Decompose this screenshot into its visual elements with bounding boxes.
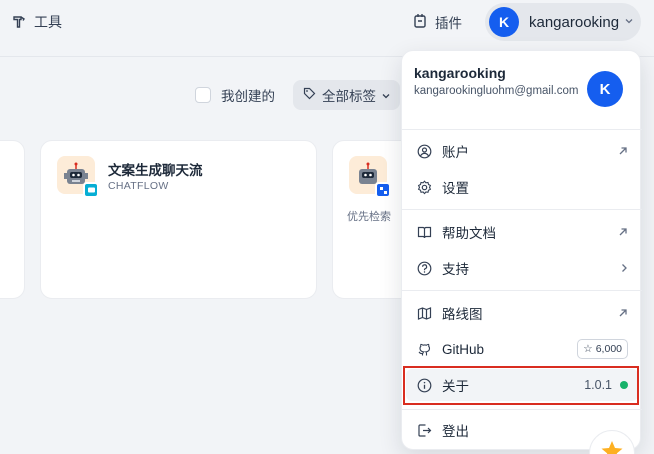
workflow-badge-icon xyxy=(375,182,391,198)
gear-icon xyxy=(416,179,432,195)
menu-divider xyxy=(402,409,642,410)
menu-item-help-docs[interactable]: 帮助文档 xyxy=(406,216,638,248)
app-card[interactable] xyxy=(0,140,25,299)
chevron-right-icon xyxy=(620,263,628,273)
top-bar: 工具 插件 K kangarooking xyxy=(0,0,654,46)
app-page: 工具 插件 K kangarooking 我创建的 全部标签 文案生成聊天流 C… xyxy=(0,0,654,454)
menu-header: kangarooking kangarookingluohm@gmail.com… xyxy=(402,51,642,129)
menu-item-label: 设置 xyxy=(442,181,469,196)
menu-item-label: 支持 xyxy=(442,262,469,277)
robot-icon xyxy=(349,156,391,198)
user-circle-icon xyxy=(416,143,432,159)
menu-divider xyxy=(402,129,642,130)
plugins-label: 插件 xyxy=(435,16,462,31)
chevron-down-icon xyxy=(382,88,390,103)
plugin-icon xyxy=(413,13,427,32)
logout-icon xyxy=(416,422,432,438)
avatar: K xyxy=(489,7,519,37)
github-icon xyxy=(416,341,432,357)
created-by-me-label[interactable]: 我创建的 xyxy=(221,85,275,105)
github-stars-badge: ☆ 6,000 xyxy=(577,339,628,359)
user-name: kangarooking xyxy=(529,13,620,31)
chevron-down-icon xyxy=(625,17,633,27)
app-card[interactable]: 文案生成聊天流 CHATFLOW xyxy=(40,140,317,299)
menu-divider xyxy=(402,209,642,210)
menu-item-label: GitHub xyxy=(442,341,485,357)
card-title: 文案生成聊天流 xyxy=(108,163,203,178)
avatar: K xyxy=(587,71,623,107)
help-circle-icon xyxy=(416,260,432,276)
menu-user-email: kangarookingluohm@gmail.com xyxy=(414,85,579,97)
tag-filter-label: 全部标签 xyxy=(322,89,376,104)
menu-user-name: kangarooking xyxy=(414,65,506,81)
map-icon xyxy=(416,305,432,321)
github-stars-count: 6,000 xyxy=(595,343,622,355)
about-highlight-box xyxy=(403,366,639,405)
menu-item-support[interactable]: 支持 xyxy=(406,252,638,284)
card-type: CHATFLOW xyxy=(108,180,169,192)
tools-nav[interactable]: 工具 xyxy=(12,12,62,32)
menu-divider xyxy=(402,290,642,291)
filter-row: 我创建的 全部标签 xyxy=(195,80,400,110)
tag-filter-button[interactable]: 全部标签 xyxy=(293,80,400,110)
external-link-icon xyxy=(618,227,628,237)
external-link-icon xyxy=(618,146,628,156)
tag-icon xyxy=(303,87,316,103)
github-stars-area: ☆ 6,000 xyxy=(577,339,628,359)
star-icon: ☆ xyxy=(583,343,593,355)
external-link-icon xyxy=(618,308,628,318)
menu-item-roadmap[interactable]: 路线图 xyxy=(406,297,638,329)
hammer-icon xyxy=(12,15,26,29)
menu-item-github[interactable]: GitHub ☆ 6,000 xyxy=(406,333,638,365)
plugins-nav[interactable]: 插件 xyxy=(413,12,462,32)
star-face-icon xyxy=(599,439,625,454)
menu-item-account[interactable]: 账户 xyxy=(406,135,638,167)
chat-badge-icon xyxy=(83,182,99,198)
menu-item-settings[interactable]: 设置 xyxy=(406,171,638,203)
menu-item-label: 登出 xyxy=(442,424,469,439)
menu-item-label: 帮助文档 xyxy=(442,226,496,241)
menu-item-label: 账户 xyxy=(442,145,469,160)
tools-label: 工具 xyxy=(34,14,62,30)
user-menu-button[interactable]: K kangarooking xyxy=(485,3,641,41)
menu-item-label: 路线图 xyxy=(442,307,483,322)
robot-icon xyxy=(57,156,99,198)
created-by-me-checkbox[interactable] xyxy=(195,87,211,103)
book-icon xyxy=(416,224,432,240)
card-description: 优先检索 xyxy=(347,211,391,223)
